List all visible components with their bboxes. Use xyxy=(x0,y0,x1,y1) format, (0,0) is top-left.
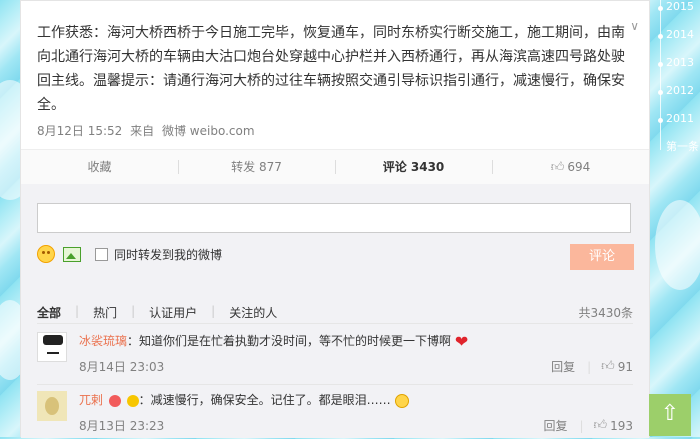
post-text: 工作获悉：海河大桥西桥于今日施工完毕，恢复通车，同时东桥实行断交施工，施工期间，… xyxy=(37,25,625,113)
reply-button[interactable]: 回复 xyxy=(543,417,567,434)
comment-total: 共3430条 xyxy=(578,306,633,320)
collapse-chevron-icon[interactable]: ∨ xyxy=(630,19,639,33)
tab-all[interactable]: 全部 xyxy=(37,304,61,321)
action-divider: | xyxy=(579,418,584,433)
like-count: 694 xyxy=(567,160,591,174)
thumbs-up-icon: 👍︎ xyxy=(550,160,565,175)
avatar[interactable] xyxy=(37,332,67,362)
timeline-dot xyxy=(658,62,663,67)
divider xyxy=(37,323,633,324)
tab-verified[interactable]: 认证用户 xyxy=(149,304,197,321)
comment-text: ：知道你们是在忙着执勤才没时间，等不忙的时候更一下博啊 xyxy=(127,334,452,348)
comment-actions: 回复 | 👍︎ 193 xyxy=(543,417,633,434)
level-badge-icon[interactable] xyxy=(126,394,139,407)
comment-user[interactable]: 兀剌 xyxy=(79,393,103,407)
tab-divider: | xyxy=(211,304,216,318)
thumbs-up-icon[interactable]: 👍︎ xyxy=(601,359,615,374)
post-source[interactable]: 微博 weibo.com xyxy=(162,124,255,138)
tab-following[interactable]: 关注的人 xyxy=(229,304,277,321)
comment-user[interactable]: 冰裟琉璃 xyxy=(79,334,127,348)
divider xyxy=(37,384,633,385)
forward-checkbox-label[interactable]: 同时转发到我的微博 xyxy=(114,246,222,263)
timeline-line xyxy=(660,0,661,150)
avatar[interactable] xyxy=(37,391,67,421)
weibo-post-card: ∨ 工作获悉：海河大桥西桥于今日施工完毕，恢复通车，同时东桥实行断交施工，施工期… xyxy=(20,0,650,438)
timeline-year[interactable]: 2012 xyxy=(666,84,694,97)
thumbs-up-icon[interactable]: 👍︎ xyxy=(594,418,608,433)
crying-emoji-icon xyxy=(394,393,409,408)
comment-date: 8月14日 23:03 xyxy=(79,360,165,374)
tab-divider: | xyxy=(131,304,136,318)
heart-emoji-icon: ❤ xyxy=(454,331,469,351)
comment-item: 冰裟琉璃：知道你们是在忙着执勤才没时间，等不忙的时候更一下博啊 ❤ 8月14日 … xyxy=(37,332,633,380)
comment-like-count: 91 xyxy=(617,359,633,374)
timeline-year[interactable]: 2014 xyxy=(666,28,694,41)
tab-divider: | xyxy=(75,304,80,318)
timeline-year[interactable]: 2013 xyxy=(666,56,694,69)
member-badge-icon[interactable] xyxy=(108,394,121,407)
comment-input[interactable] xyxy=(37,203,631,233)
comment-date: 8月13日 23:23 xyxy=(79,419,165,433)
comment-section: 同时转发到我的微博 评论 全部 | 热门 | 认证用户 | 关注的人 共3430… xyxy=(21,184,649,438)
emoji-icon[interactable] xyxy=(37,245,55,263)
comment-item: 兀剌 ：减速慢行，确保安全。记住了。都是眼泪…… 8月13日 23:23 回复 … xyxy=(37,391,633,439)
timeline-first-post[interactable]: 第一条 xyxy=(666,138,699,154)
comment-filter-tabs: 全部 | 热门 | 认证用户 | 关注的人 xyxy=(37,304,291,321)
composer-tools: 同时转发到我的微博 xyxy=(37,243,222,265)
back-to-top-button[interactable]: ⇧ xyxy=(649,394,691,436)
submit-comment-button[interactable]: 评论 xyxy=(570,244,634,270)
timeline-year[interactable]: 2011 xyxy=(666,112,694,125)
comment-actions: 回复 | 👍︎ 91 xyxy=(551,358,633,375)
post-meta: 8月12日 15:52 来自 微博 weibo.com xyxy=(37,122,259,139)
collect-button[interactable]: 收藏 xyxy=(21,150,178,184)
timeline-year[interactable]: 2015 xyxy=(666,0,694,13)
comment-line: 冰裟琉璃：知道你们是在忙着执勤才没时间，等不忙的时候更一下博啊 ❤ xyxy=(79,332,468,351)
reply-button[interactable]: 回复 xyxy=(551,358,575,375)
timeline-dot xyxy=(658,118,663,123)
tab-hot[interactable]: 热门 xyxy=(93,304,117,321)
arrow-up-icon: ⇧ xyxy=(660,401,680,426)
image-icon[interactable] xyxy=(63,246,81,262)
comment-button[interactable]: 评论 3430 xyxy=(335,150,492,184)
comment-like-count: 193 xyxy=(610,418,633,433)
like-button[interactable]: 👍︎ 694 xyxy=(492,150,649,184)
comment-text: ：减速慢行，确保安全。记住了。都是眼泪…… xyxy=(138,393,391,407)
post-date[interactable]: 8月12日 15:52 xyxy=(37,124,122,138)
year-timeline: 2015 2014 2013 2012 2011 第一条 xyxy=(654,0,700,180)
timeline-dot xyxy=(658,34,663,39)
background-blob xyxy=(655,200,700,290)
forward-checkbox[interactable] xyxy=(95,247,108,261)
timeline-dot xyxy=(658,90,663,95)
action-divider: | xyxy=(587,359,592,374)
comment-line: 兀剌 ：减速慢行，确保安全。记住了。都是眼泪…… xyxy=(79,391,409,409)
forward-button[interactable]: 转发 877 xyxy=(178,150,335,184)
post-action-bar: 收藏 转发 877 评论 3430 👍︎ 694 xyxy=(21,149,649,185)
timeline-dot xyxy=(658,6,663,11)
post-source-prefix: 来自 xyxy=(130,124,155,138)
